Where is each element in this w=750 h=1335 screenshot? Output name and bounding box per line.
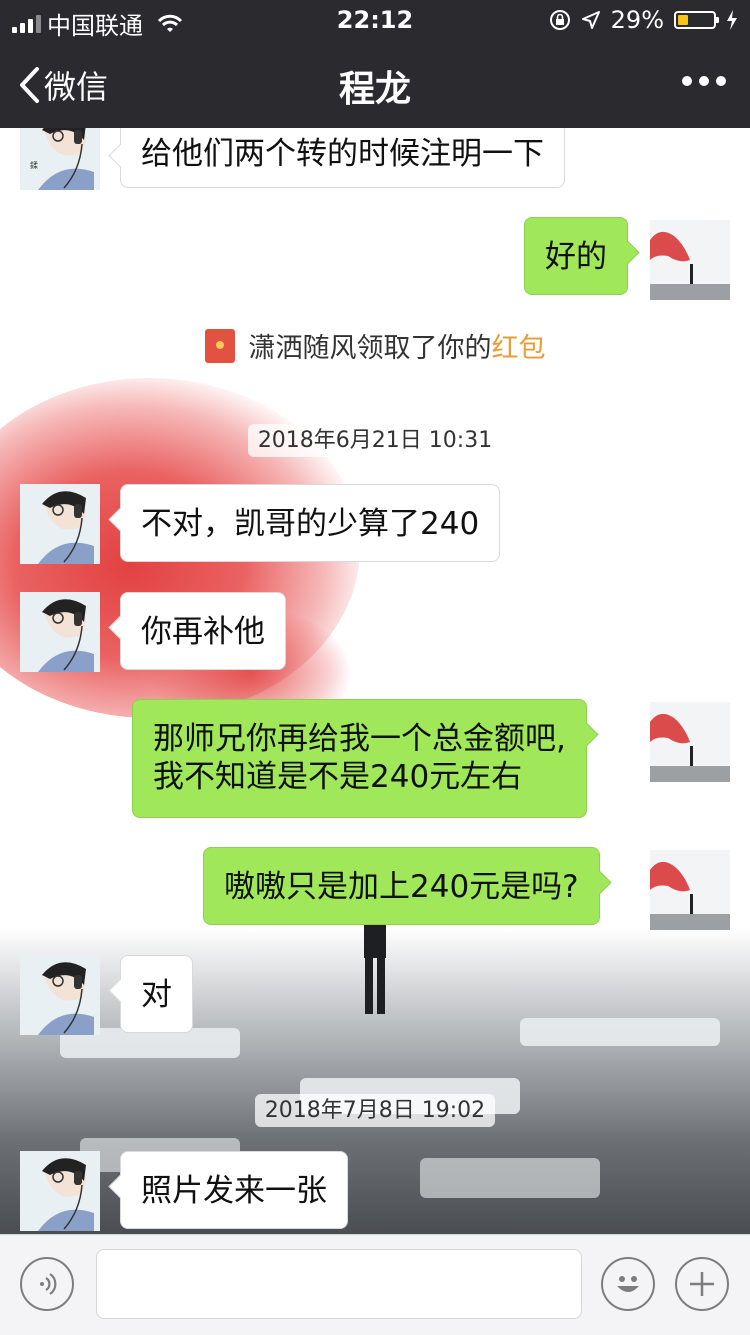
more-button[interactable] bbox=[682, 76, 726, 86]
message-received[interactable]: 照片发来一张 bbox=[120, 1151, 348, 1229]
contact-avatar[interactable] bbox=[20, 955, 100, 1035]
timestamp: 2018年7月8日 19:02 bbox=[0, 1092, 750, 1127]
svg-text:鍒: 鍒 bbox=[30, 160, 38, 170]
avatar-illustration bbox=[20, 1151, 100, 1231]
more-functions-button[interactable] bbox=[675, 1257, 729, 1311]
avatar-photo bbox=[650, 850, 730, 930]
message-received[interactable]: 你再补他 bbox=[120, 592, 286, 670]
system-message: 潇洒随风领取了你的红包 bbox=[0, 326, 750, 365]
message-received[interactable]: 对 bbox=[120, 955, 193, 1033]
emoji-button[interactable] bbox=[601, 1257, 655, 1311]
battery-icon bbox=[674, 11, 719, 29]
message-received[interactable]: 不对，凯哥的少算了240 bbox=[120, 484, 501, 562]
battery-percent: 29% bbox=[610, 6, 664, 34]
avatar-illustration bbox=[20, 955, 100, 1035]
message-line: 那师兄你再给我一个总金额吧, bbox=[153, 721, 566, 757]
more-icon bbox=[682, 76, 692, 86]
contact-avatar[interactable] bbox=[20, 592, 100, 672]
message-input[interactable] bbox=[96, 1249, 582, 1319]
my-avatar[interactable] bbox=[650, 850, 730, 930]
status-bar: 中国联通 22:12 29% bbox=[0, 0, 750, 40]
voice-icon bbox=[40, 1273, 57, 1295]
avatar-illustration bbox=[20, 484, 100, 564]
message-sent[interactable]: 好的 bbox=[524, 217, 628, 295]
message-sent[interactable]: 那师兄你再给我一个总金额吧, 我不知道是不是240元左右 bbox=[132, 699, 587, 818]
red-packet-link[interactable]: 红包 bbox=[492, 333, 546, 364]
location-icon bbox=[581, 11, 600, 29]
chat-title: 程龙 bbox=[338, 69, 411, 110]
red-packet-icon bbox=[204, 328, 235, 363]
chat-area[interactable]: 鍒 给他们两个转的时候注明一下 好的 潇洒随风领取了你的红包 2018年6月21… bbox=[0, 128, 750, 1234]
emoji-icon bbox=[617, 1276, 639, 1292]
charging-icon bbox=[727, 10, 737, 30]
system-message-text: 潇洒随风领取了你的红包 bbox=[248, 333, 546, 364]
avatar-illustration bbox=[20, 592, 100, 672]
voice-button[interactable] bbox=[20, 1257, 74, 1311]
input-bar bbox=[0, 1234, 750, 1335]
nav-bar: 微信 程龙 bbox=[0, 40, 750, 128]
message-received[interactable]: 给他们两个转的时候注明一下 bbox=[120, 128, 565, 188]
status-right: 29% bbox=[549, 6, 738, 34]
avatar-illustration: 鍒 bbox=[20, 128, 100, 190]
avatar-photo bbox=[650, 702, 730, 782]
message-sent[interactable]: 嗷嗷只是加上240元是吗? bbox=[203, 847, 600, 925]
rotation-lock-icon bbox=[549, 10, 570, 30]
contact-avatar[interactable] bbox=[20, 1151, 100, 1231]
contact-avatar[interactable]: 鍒 bbox=[20, 128, 100, 190]
timestamp: 2018年6月21日 10:31 bbox=[0, 422, 750, 457]
message-line: 我不知道是不是240元左右 bbox=[153, 759, 523, 795]
plus-icon bbox=[690, 1272, 714, 1296]
avatar-photo bbox=[650, 220, 730, 300]
my-avatar[interactable] bbox=[650, 220, 730, 300]
contact-avatar[interactable] bbox=[20, 484, 100, 564]
my-avatar[interactable] bbox=[650, 702, 730, 782]
